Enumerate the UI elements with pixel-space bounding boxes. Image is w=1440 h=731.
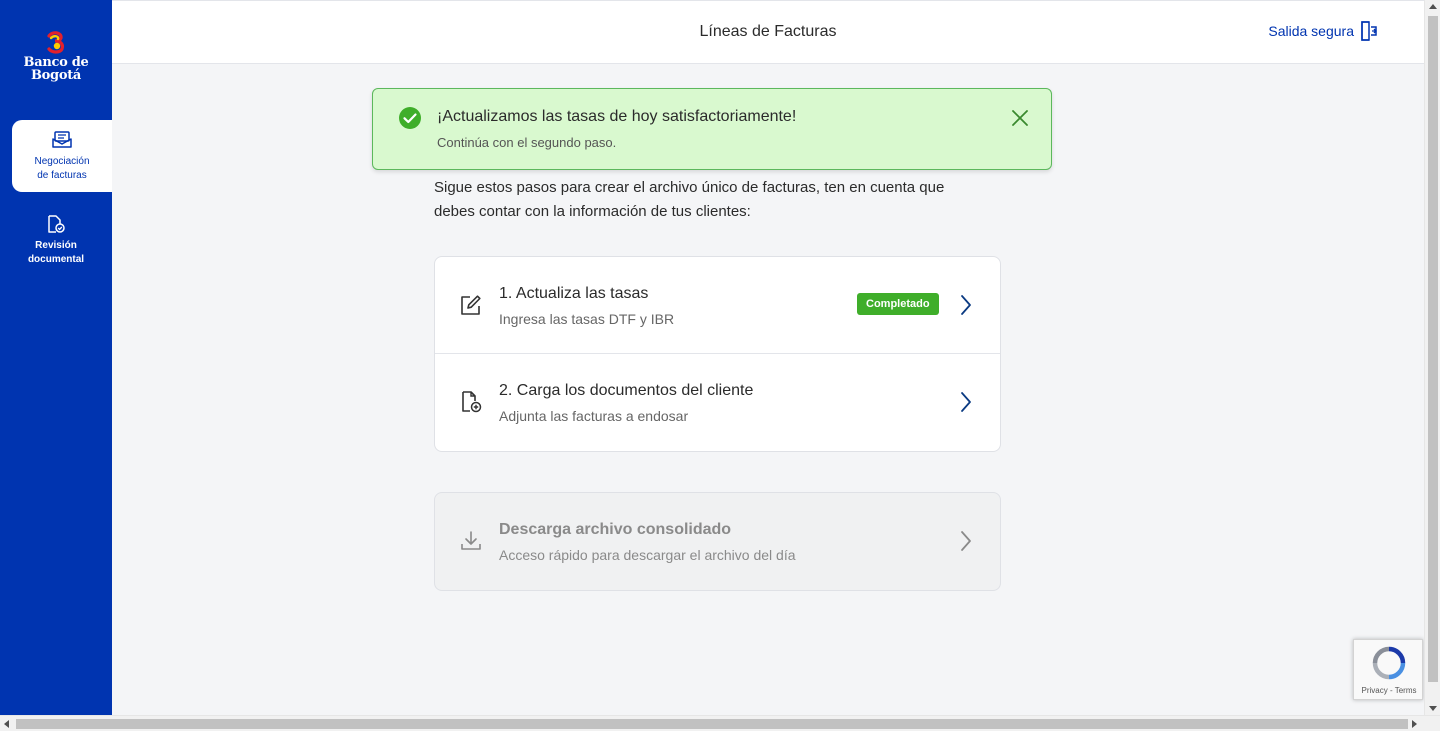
- step-title: 1. Actualiza las tasas: [499, 285, 649, 302]
- step-actualiza-tasas[interactable]: 1. Actualiza las tasas Ingresa las tasas…: [435, 257, 1000, 354]
- bank-logo-icon: [47, 31, 65, 54]
- file-add-icon: [462, 391, 482, 413]
- vertical-scrollbar[interactable]: [1424, 0, 1440, 715]
- edit-icon: [461, 295, 481, 315]
- recaptcha-icon: [1372, 646, 1406, 680]
- scroll-right-icon[interactable]: [1412, 720, 1417, 728]
- vertical-scroll-thumb[interactable]: [1428, 16, 1438, 682]
- document-check-icon: [48, 215, 65, 233]
- sidebar-item-negociacion-facturas[interactable]: Negociación de facturas: [12, 120, 112, 192]
- page-title: Líneas de Facturas: [699, 23, 837, 40]
- download-icon: [461, 531, 481, 550]
- download-subtitle: Acceso rápido para descargar el archivo …: [499, 547, 796, 563]
- instructions-line: debes contar con la información de tus c…: [434, 203, 751, 220]
- download-title: Descarga archivo consolidado: [499, 521, 732, 538]
- steps-card: 1. Actualiza las tasas Ingresa las tasas…: [434, 256, 1001, 452]
- chevron-right-icon: [961, 392, 971, 412]
- step-title: 2. Carga los documentos del cliente: [499, 382, 754, 399]
- page-header: Líneas de Facturas Salida segura: [112, 0, 1424, 64]
- sidebar-item-label: Negociación: [34, 156, 90, 167]
- scroll-left-icon[interactable]: [4, 720, 9, 728]
- download-consolidated-card[interactable]: Descarga archivo consolidado Acceso rápi…: [434, 492, 1001, 591]
- scroll-up-icon[interactable]: [1429, 4, 1437, 9]
- chevron-right-icon: [961, 531, 971, 551]
- recaptcha-links[interactable]: Privacy - Terms: [1354, 686, 1424, 695]
- sidebar-item-revision-documental[interactable]: Revisión documental: [0, 204, 112, 276]
- toast-subtitle: Continúa con el segundo paso.: [437, 135, 617, 150]
- step-subtitle: Ingresa las tasas DTF y IBR: [499, 311, 675, 327]
- chevron-right-icon: [961, 295, 971, 315]
- logout-button[interactable]: Salida segura: [1268, 21, 1378, 41]
- instructions-text: Sigue estos pasos para crear el archivo …: [434, 176, 1004, 224]
- step-subtitle: Adjunta las facturas a endosar: [499, 408, 689, 424]
- recaptcha-badge[interactable]: Privacy - Terms: [1353, 639, 1423, 700]
- horizontal-scroll-thumb[interactable]: [16, 719, 1408, 729]
- logo-text-line2: Bogotá: [30, 68, 82, 83]
- instructions-line: Sigue estos pasos para crear el archivo …: [434, 179, 945, 196]
- scroll-down-icon[interactable]: [1429, 706, 1437, 711]
- sidebar-item-label: documental: [27, 254, 85, 265]
- horizontal-scrollbar[interactable]: [0, 715, 1440, 731]
- exit-icon: [1361, 21, 1377, 41]
- logout-label: Salida segura: [1268, 23, 1354, 39]
- check-circle-icon: [399, 107, 421, 129]
- envelope-icon: [52, 131, 72, 148]
- sidebar-item-label: Revisión: [35, 240, 77, 251]
- sidebar-item-label: de facturas: [37, 170, 87, 181]
- success-toast: ¡Actualizamos las tasas de hoy satisfact…: [372, 88, 1052, 170]
- close-icon[interactable]: [1011, 109, 1029, 127]
- bank-logo[interactable]: Banco de Bogotá: [0, 30, 112, 82]
- sidebar: Banco de Bogotá Negociación de facturas …: [0, 0, 112, 715]
- status-badge: Completado: [857, 293, 939, 315]
- step-carga-documentos[interactable]: 2. Carga los documentos del cliente Adju…: [435, 354, 1000, 451]
- toast-title: ¡Actualizamos las tasas de hoy satisfact…: [437, 108, 797, 125]
